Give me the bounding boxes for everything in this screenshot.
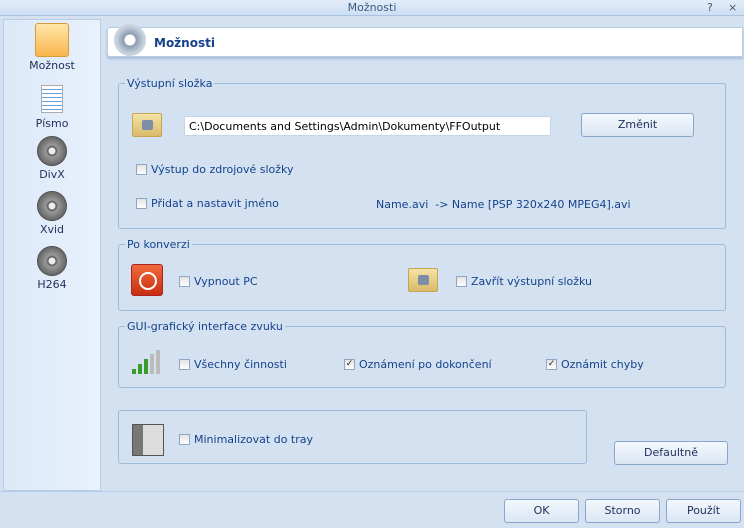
sidebar-item-h264[interactable]: H264 (4, 244, 100, 291)
folder-icon (132, 113, 162, 137)
checkbox-box[interactable] (136, 198, 147, 209)
cancel-button[interactable]: Storno (585, 499, 660, 523)
close-button[interactable]: × (728, 0, 737, 15)
options-icon (35, 23, 69, 57)
checkbox-label: Minimalizovat do tray (194, 433, 314, 446)
default-button[interactable]: Defaultně (614, 441, 728, 465)
tray-icon (132, 424, 164, 456)
checkbox-label: Přidat a nastavit jméno (151, 197, 279, 210)
checkbox-label: Zavřít výstupní složku (471, 275, 593, 288)
group-legend: GUI-grafický interface zvuku (127, 320, 283, 333)
sidebar-item-xvid[interactable]: Xvid (4, 189, 100, 236)
checkbox-label: Oznámení po dokončení (359, 358, 492, 371)
document-icon (41, 85, 63, 113)
ok-button[interactable]: OK (504, 499, 579, 523)
options-icon (114, 24, 146, 56)
add-name-checkbox[interactable]: Přidat a nastavit jméno (136, 197, 279, 210)
group-legend: Výstupní složka (127, 77, 213, 90)
power-icon (131, 264, 163, 296)
change-button[interactable]: Změnit (581, 113, 694, 137)
checkbox-box[interactable] (136, 164, 147, 175)
sidebar-item-options[interactable]: Možnost (4, 23, 100, 72)
button-bar: OK Storno Použít (0, 491, 744, 528)
sidebar: Možnost Písmo DivX Xvid H264 (3, 19, 101, 491)
help-button[interactable]: ? (707, 0, 713, 15)
page-title: Možnosti (154, 36, 215, 50)
output-path-input[interactable]: C:\Documents and Settings\Admin\Dokument… (184, 116, 551, 136)
checkbox-box[interactable] (456, 276, 467, 287)
sidebar-item-label: Xvid (39, 223, 65, 236)
page-header: Možnosti (107, 24, 743, 57)
folder-icon (408, 268, 438, 292)
source-folder-checkbox[interactable]: Výstup do zdrojové složky (136, 163, 294, 176)
checkbox-box[interactable] (179, 359, 190, 370)
notify-errors-checkbox[interactable]: ✓ Oznámit chyby (546, 358, 644, 371)
checkbox-label: Vypnout PC (194, 275, 258, 288)
close-folder-checkbox[interactable]: Zavřít výstupní složku (456, 275, 592, 288)
checkbox-label: Všechny činnosti (194, 358, 287, 371)
sidebar-item-label: Písmo (35, 117, 69, 130)
checkbox-box[interactable] (179, 434, 190, 445)
all-actions-checkbox[interactable]: Všechny činnosti (179, 358, 287, 371)
volume-icon (132, 350, 162, 374)
notify-done-checkbox[interactable]: ✓ Oznámení po dokončení (344, 358, 492, 371)
name-example: Name.avi -> Name [PSP 320x240 MPEG4].avi (376, 198, 631, 211)
checkbox-label: Oznámit chyby (561, 358, 644, 371)
sidebar-item-font[interactable]: Písmo (4, 82, 100, 130)
checkbox-box[interactable]: ✓ (344, 359, 355, 370)
checkbox-label: Výstup do zdrojové složky (151, 163, 294, 176)
group-legend: Po konverzi (127, 238, 190, 251)
sidebar-item-divx[interactable]: DivX (4, 134, 100, 181)
title-bar: Možnosti ? × (0, 0, 744, 16)
film-reel-icon (37, 246, 67, 276)
film-reel-icon (37, 191, 67, 221)
shutdown-checkbox[interactable]: Vypnout PC (179, 275, 258, 288)
film-reel-icon (37, 136, 67, 166)
sidebar-item-label: DivX (39, 168, 65, 181)
window-title: Možnosti (347, 1, 397, 14)
checkbox-box[interactable] (179, 276, 190, 287)
minimize-tray-checkbox[interactable]: Minimalizovat do tray (179, 433, 313, 446)
sound-group: GUI-grafický interface zvuku (118, 320, 726, 388)
sidebar-item-label: Možnost (29, 59, 75, 72)
checkbox-box[interactable]: ✓ (546, 359, 557, 370)
sidebar-item-label: H264 (37, 278, 67, 291)
apply-button[interactable]: Použít (666, 499, 741, 523)
